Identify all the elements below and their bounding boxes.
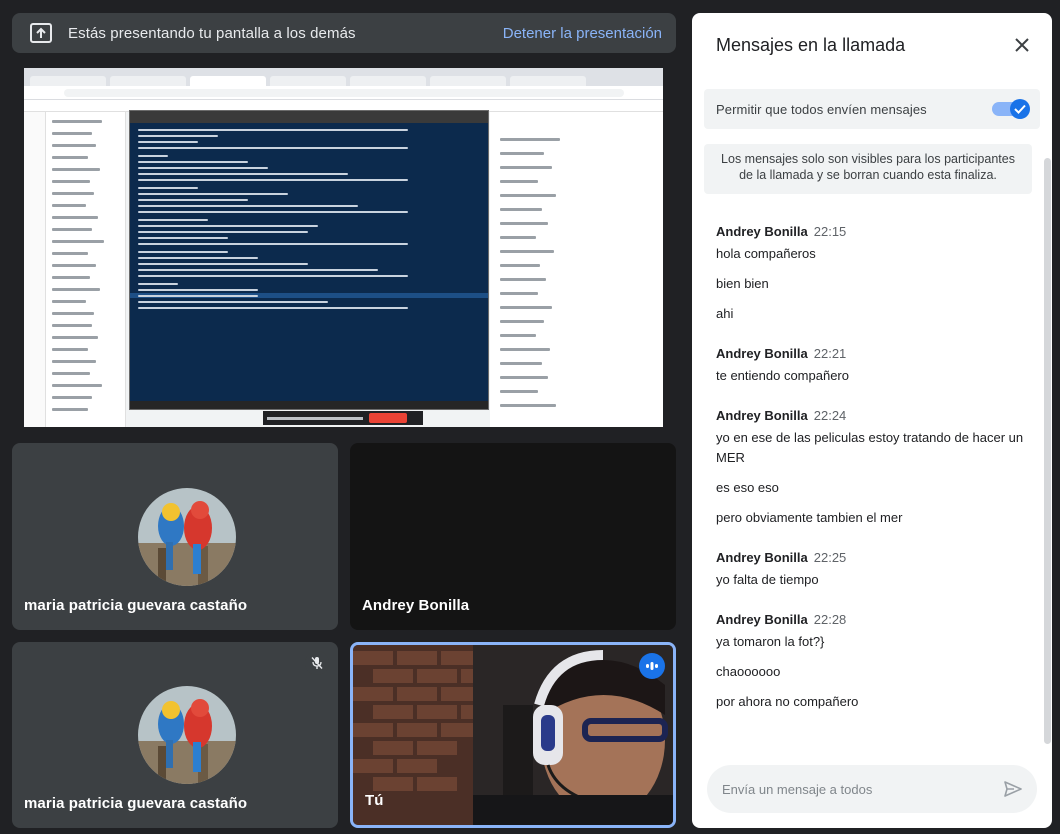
message-text: pero obviamente tambien el mer [716,510,903,525]
participant-tile[interactable]: maria patricia guevara castaño [12,443,338,630]
message-author: Andrey Bonilla [716,550,808,565]
message-group: Andrey Bonilla 22:21 te entiendo compañer… [716,346,1028,386]
allow-messages-label: Permitir que todos envíen mensajes [716,101,927,117]
check-icon [1014,104,1026,114]
chat-panel: Mensajes en la llamada Permitir que todo… [692,13,1052,828]
text-editor-window [129,110,489,410]
message-text: yo en ese de las peliculas estoy tratand… [716,430,1024,465]
message-group: Andrey Bonilla 22:28 ya tomaron la fot?} … [716,612,1028,712]
chat-panel-title: Mensajes en la llamada [716,35,906,55]
avatar [138,488,236,586]
presenting-banner: Estás presentando tu pantalla a los demá… [12,13,676,53]
message-author: Andrey Bonilla [716,612,808,627]
message-text: ya tomaron la fot?} [716,634,825,649]
message-text: bien bien [716,276,769,291]
message-time: 22:24 [813,408,847,423]
message-author: Andrey Bonilla [716,408,808,423]
object-list-panel [490,112,663,427]
self-video-tile[interactable]: Tú [350,642,676,828]
message-text: ahi [716,306,734,321]
mic-off-icon [305,651,329,675]
message-text: es eso eso [716,480,779,495]
app-left-rail [24,112,46,427]
message-composer [707,765,1037,813]
participant-tile[interactable]: Andrey Bonilla [350,443,676,630]
message-input[interactable] [722,781,982,797]
presenting-message: Estás presentando tu pantalla a los demá… [68,24,356,42]
send-icon[interactable] [1003,779,1023,799]
avatar [138,686,236,784]
message-time: 22:25 [813,550,847,565]
message-text: hola compañeros [716,246,816,261]
parrot-avatar-icon [138,488,236,586]
message-list: Andrey Bonilla 22:15 hola compañeros bien… [716,224,1028,734]
shared-screen-preview [24,68,663,427]
participant-name: Andrey Bonilla [362,597,470,614]
participant-name: maria patricia guevara castaño [24,597,248,614]
sharing-notification-bar [263,411,423,425]
message-text: yo falta de tiempo [716,572,819,587]
message-author: Andrey Bonilla [716,224,808,239]
close-icon[interactable] [1010,33,1034,57]
allow-messages-toggle[interactable] [992,99,1030,119]
message-time: 22:15 [813,224,847,239]
browser-address-bar [24,86,663,100]
participant-tile[interactable]: maria patricia guevara castaño [12,642,338,828]
participant-name: maria patricia guevara castaño [24,795,248,812]
message-time: 22:28 [813,612,847,627]
message-text: chaoooooo [716,664,781,679]
message-time: 22:21 [813,346,847,361]
message-author: Andrey Bonilla [716,346,808,361]
speaking-indicator-icon [639,653,665,679]
allow-messages-row: Permitir que todos envíen mensajes [704,89,1040,129]
chat-scrollbar[interactable] [1044,158,1051,744]
browser-tab-strip [24,68,663,86]
present-screen-icon [30,23,52,43]
message-group: Andrey Bonilla 22:25 yo falta de tiempo [716,550,1028,590]
file-tree-panel [46,112,126,427]
message-group: Andrey Bonilla 22:24 yo en ese de las pel… [716,408,1028,528]
participant-name: Tú [365,792,384,809]
chat-info-notice: Los mensajes solo son visibles para los … [704,144,1032,194]
parrot-avatar-icon [138,686,236,784]
message-group: Andrey Bonilla 22:15 hola compañeros bien… [716,224,1028,324]
message-text: por ahora no compañero [716,694,859,709]
stop-presenting-button[interactable]: Detener la presentación [503,25,662,42]
self-video-feed [353,645,673,825]
message-text: te entiendo compañero [716,368,849,383]
